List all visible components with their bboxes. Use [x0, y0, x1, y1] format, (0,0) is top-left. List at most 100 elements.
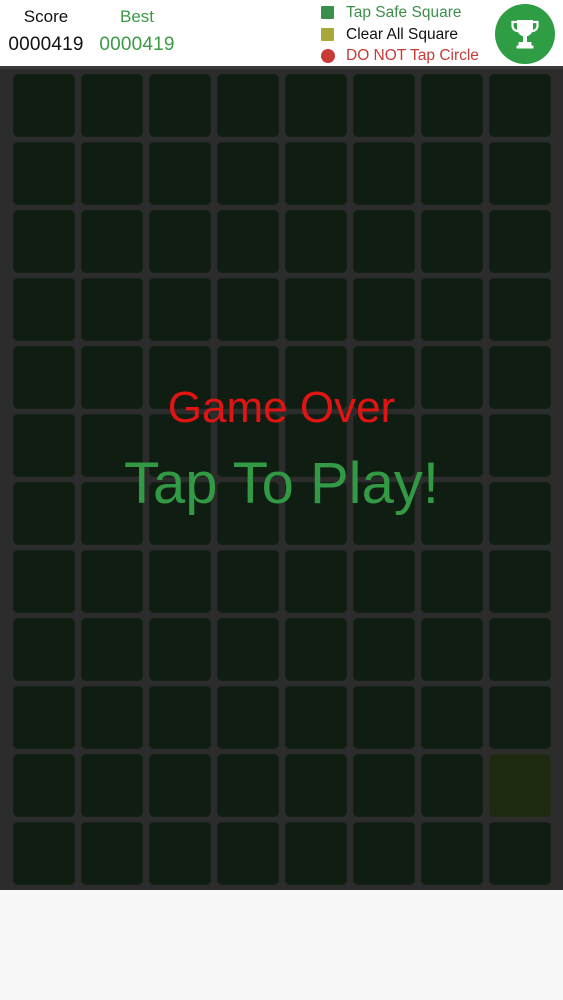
grid-tile[interactable] [353, 686, 415, 749]
grid-tile[interactable] [81, 482, 143, 545]
grid-tile[interactable] [489, 74, 551, 137]
grid-tile[interactable] [217, 482, 279, 545]
grid-tile[interactable] [149, 482, 211, 545]
grid-tile[interactable] [217, 618, 279, 681]
grid-tile[interactable] [149, 346, 211, 409]
grid-tile[interactable] [421, 210, 483, 273]
grid-tile[interactable] [81, 414, 143, 477]
grid-tile[interactable] [489, 754, 551, 817]
grid-tile[interactable] [421, 482, 483, 545]
grid-tile[interactable] [149, 142, 211, 205]
grid-tile[interactable] [217, 550, 279, 613]
grid-tile[interactable] [353, 74, 415, 137]
grid-tile[interactable] [421, 754, 483, 817]
grid-tile[interactable] [217, 754, 279, 817]
grid-tile[interactable] [285, 482, 347, 545]
grid-tile[interactable] [421, 74, 483, 137]
grid-tile[interactable] [489, 686, 551, 749]
grid-tile[interactable] [489, 210, 551, 273]
leaderboard-button[interactable] [495, 4, 555, 64]
grid-tile[interactable] [421, 550, 483, 613]
grid-tile[interactable] [285, 278, 347, 341]
grid-tile[interactable] [285, 346, 347, 409]
grid-tile[interactable] [81, 278, 143, 341]
grid-tile[interactable] [489, 142, 551, 205]
grid-tile[interactable] [13, 550, 75, 613]
grid-tile[interactable] [81, 754, 143, 817]
grid-tile[interactable] [217, 210, 279, 273]
grid-tile[interactable] [13, 482, 75, 545]
grid-tile[interactable] [81, 618, 143, 681]
grid-tile[interactable] [217, 414, 279, 477]
legend-item-clear-all: Clear All Square [318, 24, 493, 46]
grid-tile[interactable] [285, 74, 347, 137]
grid-tile[interactable] [353, 142, 415, 205]
grid-tile[interactable] [421, 686, 483, 749]
grid-tile[interactable] [149, 618, 211, 681]
grid-tile[interactable] [353, 822, 415, 885]
grid-tile[interactable] [149, 414, 211, 477]
grid-tile[interactable] [149, 550, 211, 613]
grid-tile[interactable] [489, 550, 551, 613]
grid-tile[interactable] [149, 278, 211, 341]
grid-tile[interactable] [81, 210, 143, 273]
grid-tile[interactable] [353, 210, 415, 273]
grid-tile[interactable] [353, 550, 415, 613]
grid-tile[interactable] [421, 414, 483, 477]
grid-tile[interactable] [81, 822, 143, 885]
grid-tile[interactable] [489, 278, 551, 341]
grid-tile[interactable] [489, 822, 551, 885]
grid-tile[interactable] [217, 278, 279, 341]
grid-tile[interactable] [13, 754, 75, 817]
grid-tile[interactable] [149, 210, 211, 273]
grid-tile[interactable] [285, 618, 347, 681]
grid-tile[interactable] [13, 618, 75, 681]
grid-tile[interactable] [285, 754, 347, 817]
grid-tile[interactable] [421, 346, 483, 409]
grid-tile[interactable] [13, 278, 75, 341]
grid-tile[interactable] [353, 414, 415, 477]
grid-tile[interactable] [353, 346, 415, 409]
grid-tile[interactable] [217, 142, 279, 205]
grid-tile[interactable] [285, 414, 347, 477]
grid-tile[interactable] [421, 618, 483, 681]
grid-tile[interactable] [81, 142, 143, 205]
grid-tile[interactable] [285, 210, 347, 273]
grid-tile[interactable] [285, 142, 347, 205]
grid-tile[interactable] [353, 618, 415, 681]
grid-tile[interactable] [421, 822, 483, 885]
grid-tile[interactable] [421, 278, 483, 341]
grid-tile[interactable] [149, 74, 211, 137]
grid-tile[interactable] [149, 686, 211, 749]
grid-tile[interactable] [13, 822, 75, 885]
grid-tile[interactable] [489, 482, 551, 545]
grid-tile[interactable] [285, 822, 347, 885]
grid-tile[interactable] [489, 346, 551, 409]
grid-tile[interactable] [13, 74, 75, 137]
grid-tile[interactable] [489, 618, 551, 681]
grid-tile[interactable] [285, 686, 347, 749]
grid-tile[interactable] [217, 686, 279, 749]
grid-tile[interactable] [13, 346, 75, 409]
grid-tile[interactable] [13, 210, 75, 273]
grid-tile[interactable] [353, 482, 415, 545]
grid-tile[interactable] [217, 822, 279, 885]
grid-tile[interactable] [81, 74, 143, 137]
game-board[interactable]: Game Over Tap To Play! [0, 69, 563, 890]
grid-tile[interactable] [149, 754, 211, 817]
grid-tile[interactable] [353, 278, 415, 341]
grid-tile[interactable] [81, 550, 143, 613]
grid-tile[interactable] [217, 74, 279, 137]
grid-tile[interactable] [421, 142, 483, 205]
grid-tile[interactable] [353, 754, 415, 817]
grid-tile[interactable] [81, 346, 143, 409]
grid-tile[interactable] [13, 414, 75, 477]
grid-tile[interactable] [81, 686, 143, 749]
legend-label: DO NOT Tap Circle [346, 47, 479, 64]
grid-tile[interactable] [13, 142, 75, 205]
grid-tile[interactable] [489, 414, 551, 477]
grid-tile[interactable] [13, 686, 75, 749]
grid-tile[interactable] [285, 550, 347, 613]
grid-tile[interactable] [217, 346, 279, 409]
grid-tile[interactable] [149, 822, 211, 885]
